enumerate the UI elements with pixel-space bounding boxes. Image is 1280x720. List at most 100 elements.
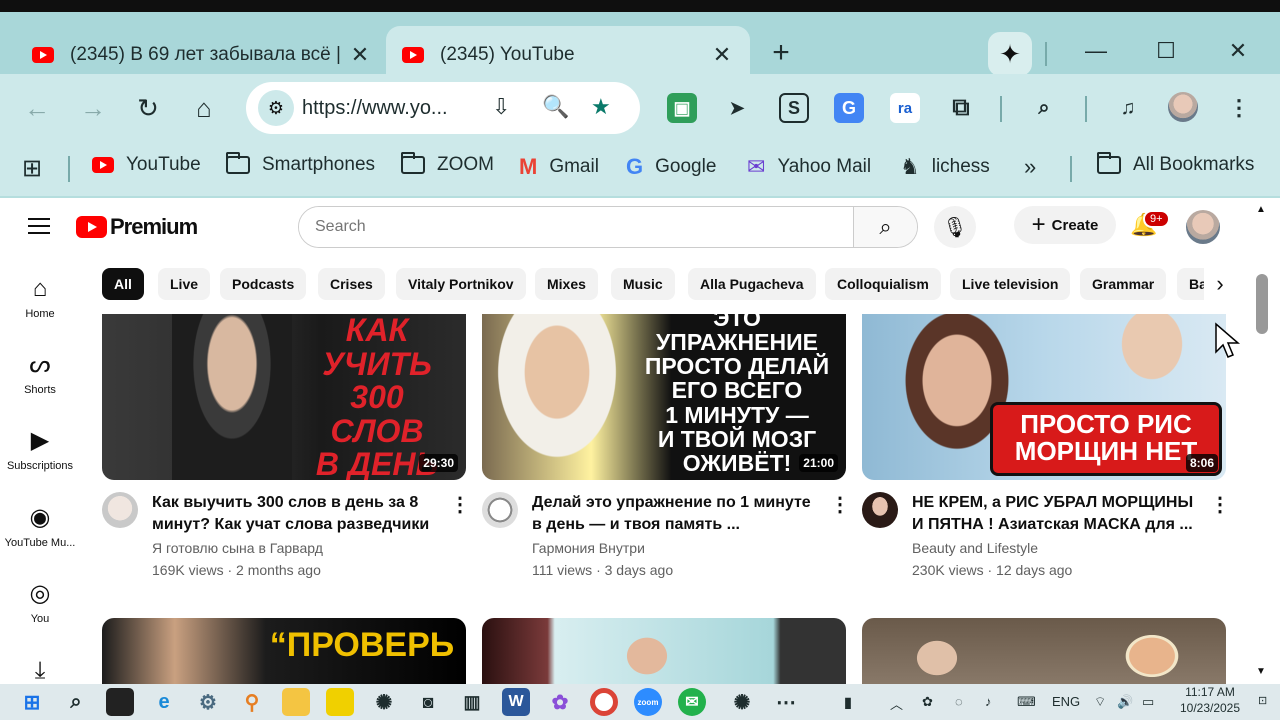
video-card[interactable]: ПРОСТО РИС МОРЩИН НЕТ 8:06 НЕ КРЕМ, а РИ…: [862, 314, 1230, 582]
keyboard-icon[interactable]: ⌨: [1017, 694, 1036, 710]
extension-robot-icon[interactable]: ▣: [667, 93, 697, 123]
search-button[interactable]: ⌕: [853, 207, 917, 247]
more-bookmarks-icon[interactable]: »: [1024, 154, 1036, 180]
channel-name[interactable]: Beauty and Lifestyle: [912, 540, 1038, 556]
browser-profile-avatar[interactable]: [1168, 92, 1198, 122]
wifi-icon[interactable]: ⌔: [1094, 694, 1106, 710]
bookmark-zoom[interactable]: ZOOM: [401, 152, 494, 176]
extension-s-icon[interactable]: S: [779, 93, 809, 123]
back-button[interactable]: ←: [20, 91, 54, 125]
page-scrollbar[interactable]: ▲ ▼: [1254, 198, 1270, 684]
chrome-icon[interactable]: [590, 688, 618, 716]
channel-name[interactable]: Гармония Внутри: [532, 540, 645, 556]
media-controls-icon[interactable]: ♫: [1113, 93, 1143, 123]
chip[interactable]: Grammar: [1080, 268, 1167, 300]
youtube-premium-logo[interactable]: Premium: [76, 214, 198, 240]
zoom-icon[interactable]: 🔍: [542, 94, 569, 120]
more-actions-icon[interactable]: ⋮: [450, 492, 470, 517]
bookmark-star-icon[interactable]: ★: [591, 94, 611, 120]
voice-access-icon[interactable]: ♪: [985, 694, 992, 709]
video-thumbnail[interactable]: [482, 618, 846, 684]
video-thumbnail[interactable]: КАК УЧИТЬ 300 СЛОВ В ДЕНЬ 29:30: [102, 314, 466, 480]
copilot-tray-icon[interactable]: ✿: [922, 694, 933, 710]
channel-avatar[interactable]: [482, 492, 518, 528]
reload-button[interactable]: ↻: [131, 91, 165, 125]
menu-kebab-icon[interactable]: ⋮: [1224, 93, 1254, 123]
magnifier-icon[interactable]: ⚲: [238, 688, 266, 716]
guide-item-shorts[interactable]: ᔕ Shorts: [0, 350, 80, 396]
search-icon[interactable]: ⌕: [62, 688, 90, 716]
install-icon[interactable]: ⇩: [492, 94, 510, 120]
tab-search-icon[interactable]: ⌕: [1029, 93, 1059, 123]
bookmark-yahoo-mail[interactable]: ✉ Yahoo Mail: [747, 154, 871, 180]
chatgpt-icon[interactable]: ✺: [370, 688, 398, 716]
edge-icon[interactable]: e: [150, 688, 178, 716]
chip[interactable]: Vitaly Portnikov: [396, 268, 526, 300]
start-icon[interactable]: ⊞: [18, 688, 46, 716]
guide-item-youtube-music[interactable]: ◉ YouTube Mu...: [0, 503, 80, 549]
extension-ra-icon[interactable]: ra: [890, 93, 920, 123]
nba-icon[interactable]: ▮: [834, 688, 862, 716]
guide-item-you[interactable]: ◎ You: [0, 579, 80, 625]
voice-search-button[interactable]: 🎙: [934, 206, 976, 248]
tray-app-icon[interactable]: ◌: [955, 694, 963, 709]
task-view-icon[interactable]: [106, 688, 134, 716]
word-icon[interactable]: W: [502, 688, 530, 716]
notification-center-icon[interactable]: ⊡: [1258, 694, 1267, 707]
video-thumbnail[interactable]: “ПРОВЕРЬ: [102, 618, 466, 684]
chatgpt-icon[interactable]: ✺: [728, 688, 756, 716]
bookmark-gmail[interactable]: M Gmail: [519, 154, 599, 180]
zoom-icon[interactable]: zoom: [634, 688, 662, 716]
guide-item-home[interactable]: ⌂ Home: [0, 274, 80, 320]
bookmark-youtube[interactable]: YouTube: [92, 154, 201, 176]
bookmark-smartphones[interactable]: Smartphones: [226, 152, 375, 176]
chip[interactable]: Alla Pugacheva: [688, 268, 816, 300]
chip[interactable]: Colloquialism: [825, 268, 941, 300]
volume-icon[interactable]: 🔊: [1117, 694, 1133, 710]
copilot-icon[interactable]: ✿: [546, 688, 574, 716]
video-title[interactable]: Делай это упражнение по 1 минуте в день …: [532, 492, 822, 536]
close-icon[interactable]: ✕: [710, 42, 734, 68]
video-thumbnail[interactable]: ПРОСТО РИС МОРЩИН НЕТ 8:06: [862, 314, 1226, 480]
address-bar[interactable]: ⚙ https://www.yo... ⇩ 🔍 ★: [246, 82, 640, 134]
channel-avatar[interactable]: [862, 492, 898, 528]
file-explorer-icon[interactable]: [282, 688, 310, 716]
site-settings-icon[interactable]: ⚙: [258, 90, 294, 126]
language-indicator[interactable]: ENG: [1052, 694, 1080, 709]
bookmark-google[interactable]: G Google: [626, 154, 716, 180]
chip[interactable]: Music: [611, 268, 675, 300]
all-bookmarks[interactable]: All Bookmarks: [1097, 152, 1254, 176]
chevron-right-icon[interactable]: ›: [1204, 268, 1236, 300]
url-text[interactable]: https://www.yo...: [302, 97, 448, 120]
translate-icon[interactable]: G: [834, 93, 864, 123]
channel-name[interactable]: Я готовлю сына в Гарвард: [152, 540, 323, 556]
chip[interactable]: Crises: [318, 268, 385, 300]
scrollbar-thumb[interactable]: [1256, 274, 1268, 334]
search-input[interactable]: [299, 207, 853, 247]
sticky-notes-icon[interactable]: [326, 688, 354, 716]
extension-cursor-icon[interactable]: ➤: [722, 93, 752, 123]
video-card[interactable]: ЭТО УПРАЖНЕНИЕ ПРОСТО ДЕЛАЙ ЕГО ВСЕГО 1 …: [482, 314, 850, 582]
video-title[interactable]: НЕ КРЕМ, а РИС УБРАЛ МОРЩИНЫ И ПЯТНА ! А…: [912, 492, 1202, 536]
more-actions-icon[interactable]: ⋮: [830, 492, 850, 517]
video-title[interactable]: Как выучить 300 слов в день за 8 минут? …: [152, 492, 442, 536]
more-apps-icon[interactable]: ⋯: [772, 688, 800, 716]
library-icon[interactable]: ▥: [458, 688, 486, 716]
more-actions-icon[interactable]: ⋮: [1210, 492, 1230, 517]
chevron-up-icon[interactable]: ︿: [890, 694, 903, 713]
window-close-button[interactable]: ✕: [1223, 38, 1253, 64]
minimize-button[interactable]: —: [1081, 38, 1111, 64]
extensions-puzzle-icon[interactable]: ⧉: [946, 93, 976, 123]
camera-icon[interactable]: ◙: [414, 688, 442, 716]
channel-avatar[interactable]: [102, 492, 138, 528]
close-icon[interactable]: ✕: [348, 42, 372, 68]
guide-item-downloads[interactable]: ⤓: [0, 656, 80, 684]
guide-item-subscriptions[interactable]: ▶ Subscriptions: [0, 426, 80, 472]
chat-icon[interactable]: ✉: [678, 688, 706, 716]
video-thumbnail[interactable]: ЭТО УПРАЖНЕНИЕ ПРОСТО ДЕЛАЙ ЕГО ВСЕГО 1 …: [482, 314, 846, 480]
scroll-up-icon[interactable]: ▲: [1256, 204, 1266, 215]
gemini-icon[interactable]: ✦: [988, 32, 1032, 76]
maximize-button[interactable]: ☐: [1151, 38, 1181, 64]
account-avatar[interactable]: [1186, 210, 1220, 244]
home-button[interactable]: ⌂: [187, 91, 221, 125]
